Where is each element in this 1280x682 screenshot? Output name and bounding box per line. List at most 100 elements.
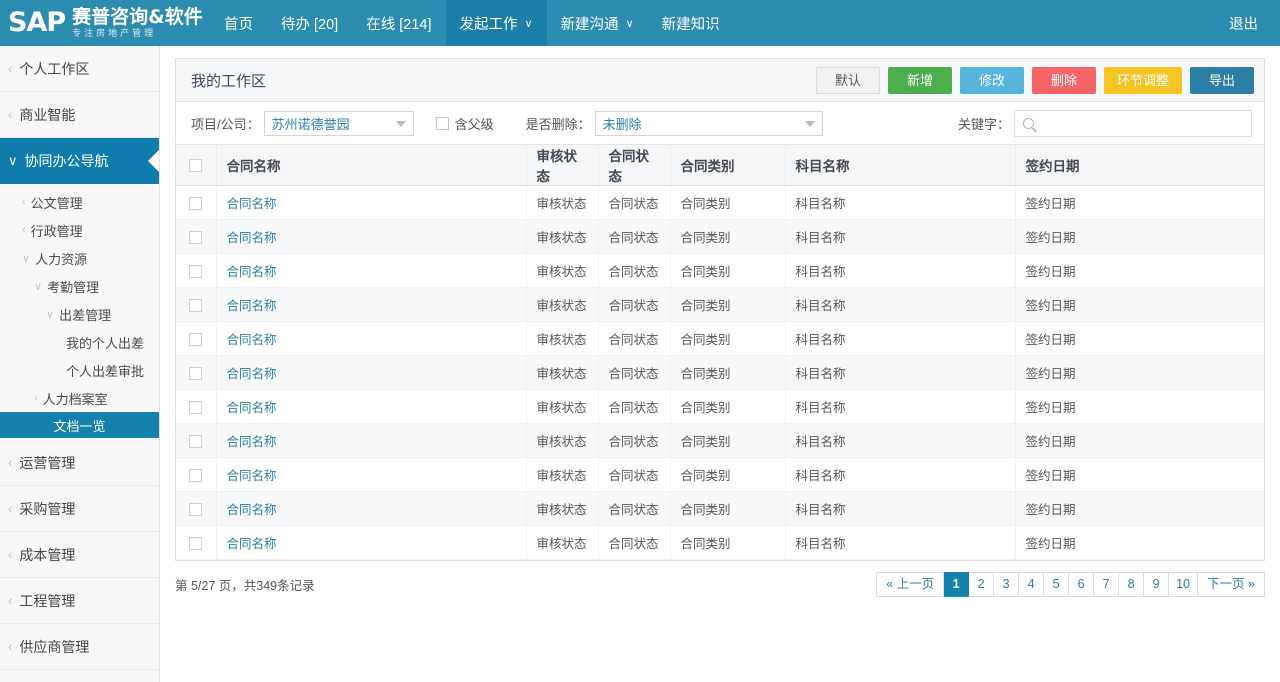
pagination-page-6[interactable]: 6: [1069, 571, 1095, 597]
pagination-page-1[interactable]: 1: [944, 571, 970, 597]
table-column-header[interactable]: 科目名称: [785, 145, 1016, 186]
table-column-header[interactable]: 合同名称: [216, 145, 527, 186]
row-checkbox[interactable]: [189, 536, 203, 550]
cell-contract-name[interactable]: 合同名称: [216, 389, 527, 424]
sidebar-subitem-5[interactable]: 我的个人出差: [0, 328, 159, 356]
row-checkbox[interactable]: [189, 196, 203, 210]
table-row[interactable]: 合同名称 审核状态 合同状态 合同类别 科目名称 签约日期: [176, 389, 1264, 424]
sidebar-group-lower-1[interactable]: ‹ 采购管理: [0, 486, 159, 532]
table-column-header[interactable]: 签约日期: [1015, 145, 1264, 186]
row-select-cell[interactable]: [176, 287, 217, 322]
row-select-cell[interactable]: [176, 457, 217, 492]
cell-contract-name[interactable]: 合同名称: [216, 491, 527, 526]
row-select-cell[interactable]: [176, 389, 217, 424]
contract-name-link[interactable]: 合同名称: [227, 401, 277, 415]
table-row[interactable]: 合同名称 审核状态 合同状态 合同类别 科目名称 签约日期: [176, 355, 1264, 390]
pagination-page-9[interactable]: 9: [1144, 571, 1170, 597]
row-checkbox[interactable]: [189, 332, 203, 346]
row-select-cell[interactable]: [176, 253, 217, 288]
toolbar-button-2[interactable]: 修改: [959, 66, 1024, 94]
cell-contract-name[interactable]: 合同名称: [216, 321, 527, 356]
project-select[interactable]: 苏州诺德誉园: [263, 110, 414, 136]
table-row[interactable]: 合同名称 审核状态 合同状态 合同类别 科目名称 签约日期: [176, 219, 1264, 254]
toolbar-button-4[interactable]: 环节调整: [1103, 66, 1182, 94]
row-select-cell[interactable]: [176, 321, 217, 356]
toolbar-button-3[interactable]: 删除: [1031, 66, 1096, 94]
include-parent-checkbox[interactable]: 含父级: [435, 114, 494, 133]
sidebar-group-lower-0[interactable]: ‹ 运营管理: [0, 440, 159, 486]
nav-logout[interactable]: 退出: [1215, 0, 1280, 46]
sidebar-subitem-1[interactable]: ‹ 行政管理: [0, 216, 159, 244]
pagination-page-2[interactable]: 2: [969, 571, 995, 597]
contract-name-link[interactable]: 合同名称: [227, 333, 277, 347]
contract-name-link[interactable]: 合同名称: [227, 537, 277, 551]
row-checkbox[interactable]: [189, 400, 203, 414]
contract-name-link[interactable]: 合同名称: [227, 367, 277, 381]
cell-contract-name[interactable]: 合同名称: [216, 423, 527, 458]
row-select-cell[interactable]: [176, 525, 217, 560]
table-column-header[interactable]: 合同状态: [598, 145, 671, 186]
contract-name-link[interactable]: 合同名称: [227, 299, 277, 313]
table-row[interactable]: 合同名称 审核状态 合同状态 合同类别 科目名称 签约日期: [176, 525, 1264, 560]
cell-contract-name[interactable]: 合同名称: [216, 219, 527, 254]
nav-item-1[interactable]: 待办 [20]: [267, 0, 352, 46]
sidebar-subitem-2[interactable]: ∨ 人力资源: [0, 244, 159, 272]
sidebar-group-lower-5[interactable]: ‹全面预算及资金管理: [0, 670, 159, 682]
toolbar-button-0[interactable]: 默认: [815, 66, 880, 94]
table-row[interactable]: 合同名称 审核状态 合同状态 合同类别 科目名称 签约日期: [176, 491, 1264, 526]
table-column-header[interactable]: 审核状态: [526, 145, 599, 186]
sidebar-group-1[interactable]: ‹ 商业智能: [0, 92, 159, 138]
cell-contract-name[interactable]: 合同名称: [216, 457, 527, 492]
select-all-checkbox[interactable]: [189, 159, 203, 173]
row-select-cell[interactable]: [176, 423, 217, 458]
contract-name-link[interactable]: 合同名称: [227, 503, 277, 517]
sidebar-subitem-3[interactable]: ∨ 考勤管理: [0, 272, 159, 300]
contract-name-link[interactable]: 合同名称: [227, 265, 277, 279]
table-row[interactable]: 合同名称 审核状态 合同状态 合同类别 科目名称 签约日期: [176, 423, 1264, 458]
sidebar-group-lower-2[interactable]: ‹ 成本管理: [0, 532, 159, 578]
keyword-input-wrapper[interactable]: [1014, 109, 1252, 137]
row-select-cell[interactable]: [176, 219, 217, 254]
cell-contract-name[interactable]: 合同名称: [216, 525, 527, 560]
sidebar-subitem-7[interactable]: ‹ 人力档案室: [0, 384, 159, 412]
pagination-page-10[interactable]: 10: [1169, 571, 1199, 597]
table-row[interactable]: 合同名称 审核状态 合同状态 合同类别 科目名称 签约日期: [176, 457, 1264, 492]
contract-name-link[interactable]: 合同名称: [227, 469, 277, 483]
pagination-page-3[interactable]: 3: [994, 571, 1020, 597]
sidebar-group-0[interactable]: ‹ 个人工作区: [0, 46, 159, 92]
search-input[interactable]: [1040, 110, 1240, 136]
row-checkbox[interactable]: [189, 230, 203, 244]
row-select-cell[interactable]: [176, 355, 217, 390]
cell-contract-name[interactable]: 合同名称: [216, 287, 527, 322]
sidebar-subitem-0[interactable]: ‹ 公文管理: [0, 188, 159, 216]
nav-item-3[interactable]: 发起工作 ∨: [445, 0, 547, 46]
table-row[interactable]: 合同名称 审核状态 合同状态 合同类别 科目名称 签约日期: [176, 253, 1264, 288]
row-select-cell[interactable]: [176, 185, 217, 220]
toolbar-button-1[interactable]: 新增: [887, 66, 952, 94]
pagination-prev[interactable]: « 上一页: [876, 571, 945, 597]
contract-name-link[interactable]: 合同名称: [227, 231, 277, 245]
row-checkbox[interactable]: [189, 468, 203, 482]
cell-contract-name[interactable]: 合同名称: [216, 185, 527, 220]
contract-name-link[interactable]: 合同名称: [227, 197, 277, 211]
sidebar-subitem-8[interactable]: 文档一览: [0, 412, 159, 438]
pagination-page-4[interactable]: 4: [1019, 571, 1045, 597]
nav-item-5[interactable]: 新建知识: [648, 0, 734, 46]
cell-contract-name[interactable]: 合同名称: [216, 253, 527, 288]
table-row[interactable]: 合同名称 审核状态 合同状态 合同类别 科目名称 签约日期: [176, 321, 1264, 356]
sidebar-subitem-4[interactable]: ∨ 出差管理: [0, 300, 159, 328]
toolbar-button-5[interactable]: 导出: [1190, 66, 1254, 94]
cell-contract-name[interactable]: 合同名称: [216, 355, 527, 390]
table-column-header[interactable]: 合同类别: [670, 145, 786, 186]
pagination-page-5[interactable]: 5: [1044, 571, 1070, 597]
table-row[interactable]: 合同名称 审核状态 合同状态 合同类别 科目名称 签约日期: [176, 185, 1264, 220]
sidebar-group-2[interactable]: ∨ 协同办公导航: [0, 138, 159, 184]
select-all-header[interactable]: [176, 145, 217, 186]
table-row[interactable]: 合同名称 审核状态 合同状态 合同类别 科目名称 签约日期: [176, 287, 1264, 322]
row-checkbox[interactable]: [189, 264, 203, 278]
sidebar-group-lower-3[interactable]: ‹ 工程管理: [0, 578, 159, 624]
nav-item-4[interactable]: 新建沟通 ∨: [547, 0, 648, 46]
brand-logo[interactable]: SAP 赛普咨询&软件 专注房地产管理: [0, 0, 210, 46]
row-checkbox[interactable]: [189, 502, 203, 516]
sidebar-group-lower-4[interactable]: ‹ 供应商管理: [0, 624, 159, 670]
